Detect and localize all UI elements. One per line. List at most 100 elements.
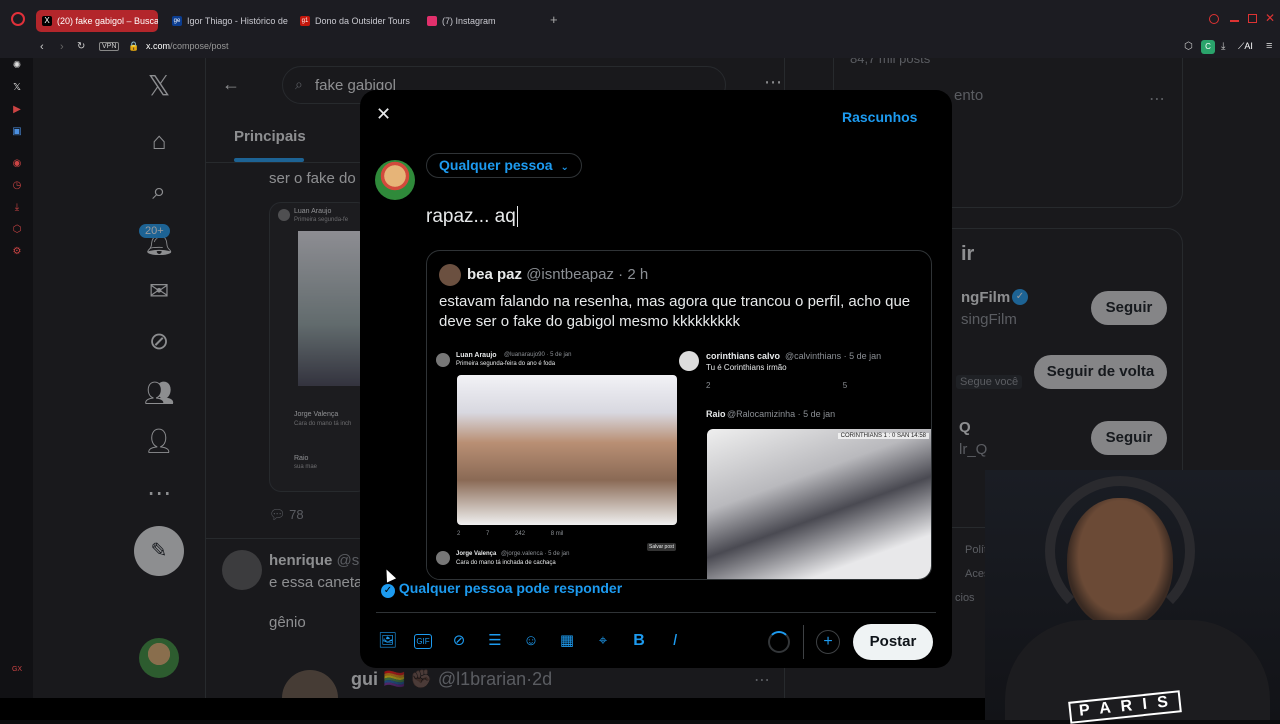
ai-button[interactable]: ⟋AI xyxy=(1238,41,1253,52)
tab-instagram[interactable]: (7) Instagram xyxy=(421,10,531,32)
opera-logo-icon[interactable] xyxy=(11,12,25,26)
img-left-reply-avatar xyxy=(436,551,450,565)
audience-selector[interactable]: Qualquer pessoa ⌄ xyxy=(426,153,582,178)
img-right-text: Tu é Corinthians irmão xyxy=(706,363,787,372)
img-right-counts: 2 5 xyxy=(706,381,847,390)
quoted-header: bea paz @isntbeapaz · 2 h xyxy=(467,266,649,283)
img-left-count-replies: 2 xyxy=(457,531,461,537)
save-post-tooltip: Salvar post xyxy=(647,543,677,551)
quoted-avatar xyxy=(439,264,461,286)
downloads-icon[interactable]: ⤓ xyxy=(11,202,23,214)
g1-favicon-icon: g1 xyxy=(300,16,310,26)
download-icon[interactable]: ⤓ xyxy=(1221,41,1225,52)
italic-icon[interactable]: I xyxy=(666,632,684,650)
counter-divider xyxy=(803,625,804,659)
poll-icon[interactable]: ☰ xyxy=(486,632,504,650)
webcam-overlay: P A R I S xyxy=(985,470,1280,724)
reply-setting[interactable]: ✓ Qualquer pessoa pode responder xyxy=(381,580,622,598)
add-post-button[interactable]: + xyxy=(816,630,840,654)
img-right-name: corinthians calvo xyxy=(706,351,781,361)
streamer-head xyxy=(1067,498,1173,628)
toolbar-divider xyxy=(376,612,936,613)
quoted-image-left: Luan Araujo @luanaraujo90 · 5 de jan Pri… xyxy=(427,347,677,579)
img-right-count-likes: 5 xyxy=(842,381,848,390)
emoji-icon[interactable]: ☺ xyxy=(522,632,540,650)
reload-icon[interactable]: ↻ xyxy=(77,41,85,52)
new-tab-button[interactable]: + xyxy=(550,12,558,27)
post-button[interactable]: Postar xyxy=(853,624,933,660)
text-cursor xyxy=(516,206,518,227)
img-left-reply-handle: @jorge.valenca · 5 de jan xyxy=(501,551,570,557)
img-left-count-reposts: 7 xyxy=(486,531,490,537)
x-sidebar-icon[interactable]: 𝕏 xyxy=(11,82,23,94)
img-left-name: Luan Araujo xyxy=(456,352,497,359)
video-scoreboard: CORINTHIANS 1 : 0 SAN 14:58 xyxy=(837,433,929,439)
maximize-icon[interactable] xyxy=(1248,14,1257,23)
schedule-icon[interactable]: ▦ xyxy=(558,632,576,650)
url-field[interactable]: x.com/compose/post xyxy=(146,41,229,51)
img-right-count-replies: 2 xyxy=(706,381,711,390)
translate-icon[interactable]: ▣ xyxy=(11,126,23,138)
extension-icon[interactable]: ⬡ xyxy=(1184,41,1193,52)
compose-text-input[interactable]: rapaz... aq xyxy=(426,206,518,228)
bottom-bar xyxy=(0,698,985,720)
quoted-post[interactable]: bea paz @isntbeapaz · 2 h estavam faland… xyxy=(426,250,932,580)
gx-icon[interactable]: GX xyxy=(11,664,23,676)
close-window-icon[interactable]: ✕ xyxy=(1265,11,1275,25)
search-tabs-icon[interactable] xyxy=(1209,14,1219,24)
address-bar: ‹ › ↻ VPN 🔒 x.com/compose/post ⬡ C ⤓ ⟋AI… xyxy=(0,38,1280,58)
youtube-icon[interactable]: ▶ xyxy=(11,104,23,116)
tab-igor-thiago[interactable]: ge Igor Thiago - Histórico de xyxy=(166,10,290,32)
url-path: /compose/post xyxy=(170,41,229,51)
compose-avatar xyxy=(375,160,415,200)
img-left-handle: @luanaraujo90 · 5 de jan xyxy=(504,352,572,358)
menu-icon[interactable]: ≡ xyxy=(1266,40,1272,52)
browser-tab-bar: X (20) fake gabigol – Buscar ge Igor Thi… xyxy=(0,0,1280,38)
img-left-text: Primeira segunda-feira do ano é foda xyxy=(456,361,556,367)
tab-outsider-tours[interactable]: g1 Dono da Outsider Tours é xyxy=(294,10,412,32)
minimize-icon[interactable] xyxy=(1230,20,1239,22)
url-domain: x.com xyxy=(146,41,171,51)
ge-favicon-icon: ge xyxy=(172,16,182,26)
img-left-reply-name: Jorge Valença xyxy=(456,551,497,557)
tab-label: (20) fake gabigol – Buscar xyxy=(57,16,158,26)
close-icon[interactable]: ✕ xyxy=(376,104,391,125)
extension-badge[interactable]: C xyxy=(1201,40,1215,54)
player-photo xyxy=(457,375,677,525)
chevron-down-icon: ⌄ xyxy=(560,162,569,173)
quoted-image-right: corinthians calvo @calvinthians · 5 de j… xyxy=(679,347,931,579)
history-icon[interactable]: ◷ xyxy=(11,180,23,192)
img-left-count-views: 8 mil xyxy=(550,531,564,537)
x-favicon-icon: X xyxy=(42,16,52,26)
home-sidebar-icon[interactable]: ◉ xyxy=(11,158,23,170)
video-still: CORINTHIANS 1 : 0 SAN 14:58 xyxy=(707,429,931,579)
quoted-name: bea paz xyxy=(467,266,523,283)
vpn-badge[interactable]: VPN xyxy=(99,42,120,51)
bold-icon[interactable]: B xyxy=(630,632,648,650)
audience-label: Qualquer pessoa xyxy=(439,157,553,173)
img-left-count-likes: 242 xyxy=(515,531,526,537)
grok-compose-icon[interactable]: ⊘ xyxy=(450,632,468,650)
char-counter-ring xyxy=(768,631,790,653)
img-right-reply-handle: @Ralocamizinha · 5 de jan xyxy=(727,409,836,419)
globe-icon: ✓ xyxy=(381,584,395,598)
quoted-text: estavam falando na resenha, mas agora qu… xyxy=(439,293,911,330)
img-left-reply-text: Cara do mano tá inchada de cachaça xyxy=(456,560,556,566)
lock-icon[interactable]: 🔒 xyxy=(128,41,139,52)
tab-fake-gabigol[interactable]: X (20) fake gabigol – Buscar xyxy=(36,10,158,32)
ai-label: AI xyxy=(1244,41,1253,51)
forward-icon[interactable]: › xyxy=(60,41,64,53)
tab-label: Dono da Outsider Tours é xyxy=(315,16,412,26)
settings-icon[interactable]: ⚙ xyxy=(11,246,23,258)
drafts-link[interactable]: Rascunhos xyxy=(842,109,917,125)
back-icon[interactable]: ‹ xyxy=(40,41,44,53)
extensions-icon[interactable]: ⬡ xyxy=(11,224,23,236)
gif-icon[interactable]: GIF xyxy=(414,634,432,649)
img-left-counts: 2 7 242 8 mil xyxy=(457,531,563,537)
quoted-handle: @isntbeapaz xyxy=(526,266,614,283)
media-icon[interactable]: 🖼︎ xyxy=(378,632,397,650)
chatgpt-icon[interactable]: ✺ xyxy=(11,60,23,72)
location-icon[interactable]: ⌖ xyxy=(594,632,612,650)
compose-text: rapaz... aq xyxy=(426,206,516,227)
browser-sidebar: ✺ 𝕏 ▶ ▣ ◉ ◷ ⤓ ⬡ ⚙ GX xyxy=(0,58,33,698)
